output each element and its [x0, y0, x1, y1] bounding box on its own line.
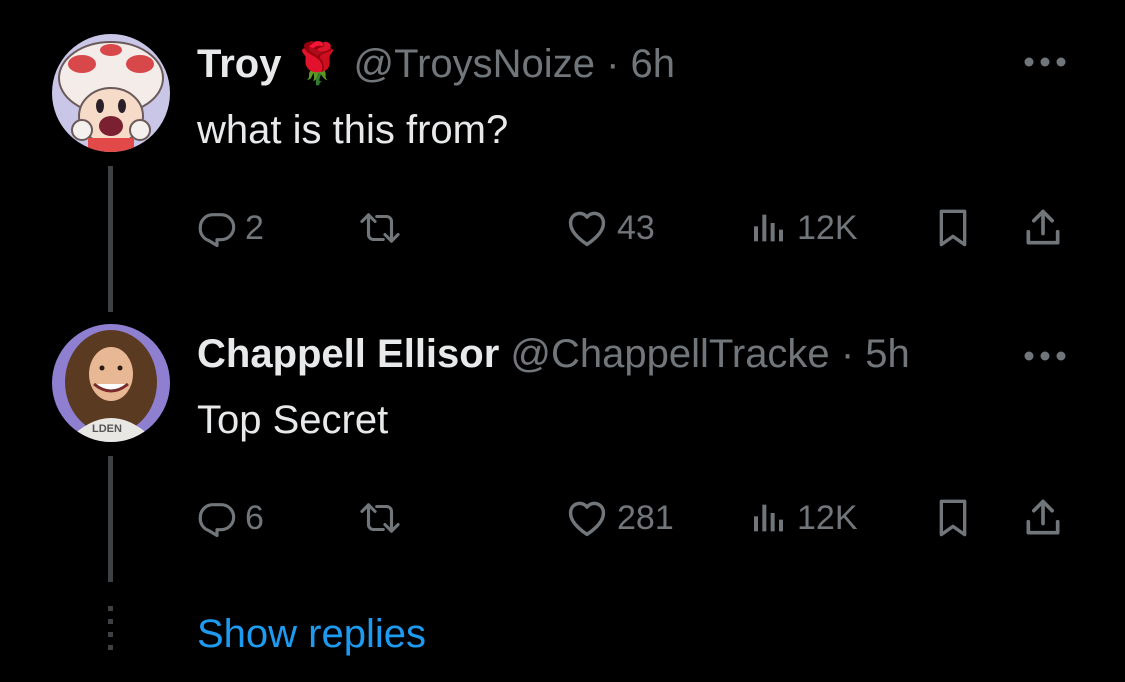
reply-count: 6: [245, 498, 264, 537]
separator: ·: [840, 332, 855, 376]
repost-icon: [360, 213, 400, 243]
bookmark-button[interactable]: [933, 492, 973, 544]
tweet-text: Top Secret: [197, 398, 389, 442]
view-count: 12K: [797, 208, 858, 247]
person-avatar-image: LDEN: [52, 324, 170, 442]
reply-tweet-2[interactable]: LDEN Chappell Ellisor @ChappellTracke · …: [0, 300, 1125, 590]
tweet-header: Troy 🌹 @TroysNoize · 6h: [197, 40, 675, 88]
share-icon: [1026, 499, 1060, 535]
views-button[interactable]: 12K: [749, 202, 858, 254]
separator: ·: [606, 42, 620, 86]
views-icon: [754, 214, 783, 242]
bookmark-button[interactable]: [933, 202, 973, 254]
reply-button[interactable]: 6: [197, 492, 264, 544]
thread-line: [108, 166, 113, 312]
rose-emoji: 🌹: [292, 42, 343, 86]
user-handle[interactable]: @ChappellTracke: [510, 332, 829, 376]
reply-icon: [198, 503, 236, 538]
heart-icon: [568, 501, 606, 537]
more-options-icon[interactable]: [1022, 346, 1068, 371]
share-button[interactable]: [1021, 202, 1065, 254]
toad-avatar-image: [52, 34, 170, 152]
timestamp[interactable]: 5h: [865, 332, 910, 376]
repost-button[interactable]: [357, 492, 403, 544]
avatar[interactable]: [52, 34, 170, 152]
tweet-header: Chappell Ellisor @ChappellTracke · 5h: [197, 330, 910, 378]
bookmark-icon: [939, 499, 967, 537]
views-button[interactable]: 12K: [749, 492, 858, 544]
repost-icon: [360, 503, 400, 533]
reply-tweet-1[interactable]: Troy 🌹 @TroysNoize · 6h what is this fro…: [0, 0, 1125, 312]
share-icon: [1026, 209, 1060, 245]
repost-button[interactable]: [357, 202, 403, 254]
tweet-text: what is this from?: [197, 108, 509, 152]
thread-dots: [108, 606, 113, 658]
like-count: 43: [617, 208, 655, 247]
reply-button[interactable]: 2: [197, 202, 264, 254]
bookmark-icon: [939, 209, 967, 247]
share-button[interactable]: [1021, 492, 1065, 544]
view-count: 12K: [797, 498, 858, 537]
like-count: 281: [617, 498, 674, 537]
more-options-icon[interactable]: [1022, 52, 1068, 77]
like-button[interactable]: 281: [565, 492, 674, 544]
reply-count: 2: [245, 208, 264, 247]
display-name[interactable]: Chappell Ellisor: [197, 332, 499, 376]
svg-text:LDEN: LDEN: [92, 423, 122, 435]
reply-icon: [198, 213, 236, 248]
avatar[interactable]: LDEN: [52, 324, 170, 442]
views-icon: [754, 504, 783, 532]
display-name[interactable]: Troy: [197, 42, 281, 86]
heart-icon: [568, 211, 606, 247]
show-replies-link[interactable]: Show replies: [197, 608, 426, 660]
timestamp[interactable]: 6h: [631, 42, 676, 86]
thread-line: [108, 456, 113, 582]
like-button[interactable]: 43: [565, 202, 655, 254]
user-handle[interactable]: @TroysNoize: [354, 42, 595, 86]
